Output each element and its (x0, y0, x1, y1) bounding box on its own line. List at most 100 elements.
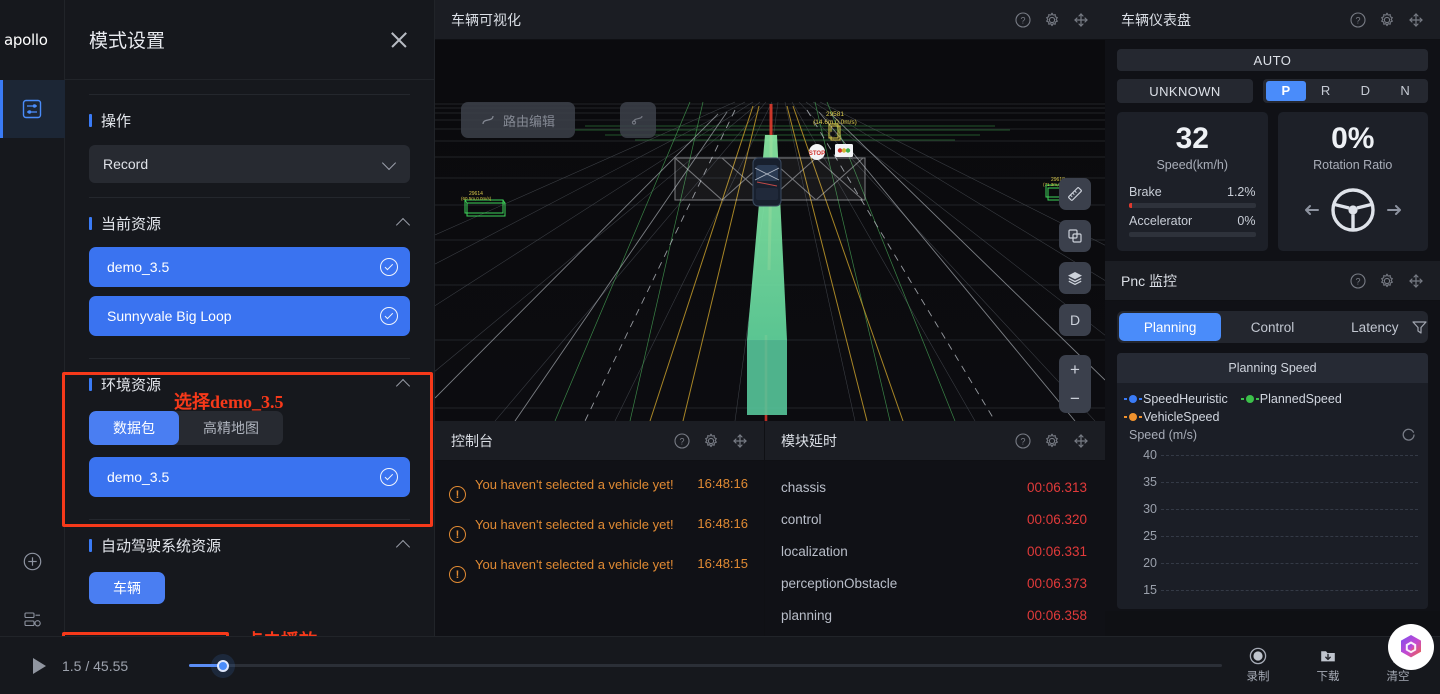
accelerator-label: Accelerator (1129, 214, 1193, 228)
expand-move-icon[interactable] (1073, 433, 1089, 449)
tab-hdmap[interactable]: 高精地图 (179, 411, 283, 445)
expand-move-icon[interactable] (1408, 12, 1424, 28)
gear-p[interactable]: P (1266, 81, 1306, 101)
section-current-resource-header[interactable]: 当前资源 (89, 208, 410, 238)
help-icon[interactable]: ? (1350, 11, 1366, 28)
route-reset-button[interactable] (620, 102, 656, 138)
module-delay-value: 00:06.313 (1026, 479, 1087, 495)
gear-icon[interactable] (703, 433, 719, 449)
copy-icon[interactable] (1059, 220, 1091, 252)
help-icon[interactable]: ? (1015, 11, 1031, 28)
expand-move-icon[interactable] (1408, 273, 1424, 289)
help-icon[interactable]: ? (1015, 432, 1031, 449)
record-button[interactable]: 录制 (1238, 647, 1278, 684)
legend-label: SpeedHeuristic (1143, 392, 1228, 406)
chart-axis-row: Speed (m/s) (1117, 424, 1428, 442)
route-icon (482, 115, 494, 125)
legend-item-vehiclespeed[interactable]: VehicleSpeed (1124, 410, 1219, 424)
tab-datapackage[interactable]: 数据包 (89, 411, 179, 445)
operation-select-value: Record (103, 156, 149, 172)
console-panel: 控制台 ? ! You haven't selected a vehicle y… (435, 421, 765, 636)
gridline (1161, 509, 1418, 510)
download-button[interactable]: 下载 (1308, 647, 1348, 684)
route-edit-label: 路由编辑 (503, 113, 556, 129)
expand-move-icon[interactable] (1073, 12, 1089, 28)
section-env-resource-header[interactable]: 环境资源 (89, 369, 410, 399)
center-bottom-row: 控制台 ? ! You haven't selected a vehicle y… (435, 421, 1105, 636)
help-icon[interactable]: ? (1350, 272, 1366, 289)
list-item[interactable]: demo_3.5 (89, 247, 410, 287)
tab-planning[interactable]: Planning (1119, 313, 1222, 341)
close-icon[interactable] (388, 29, 410, 51)
view-mode-d-button[interactable]: D (1059, 304, 1091, 336)
list-item[interactable]: demo_3.5 (89, 457, 410, 497)
plus-circle-icon (23, 552, 41, 570)
layers-icon[interactable] (1059, 262, 1091, 294)
help-icon[interactable]: ? (674, 432, 690, 449)
module-delay-header: 模块延时 ? (765, 421, 1105, 461)
dashboard-header: 车辆仪表盘 ? (1105, 0, 1440, 40)
gear-icon[interactable] (1044, 12, 1060, 28)
console-message: You haven't selected a vehicle yet! (475, 477, 674, 492)
chevron-up-icon[interactable] (397, 539, 410, 552)
tab-control[interactable]: Control (1221, 313, 1323, 341)
brake-label: Brake (1129, 185, 1162, 199)
arrow-right-icon[interactable] (1386, 203, 1403, 222)
gear-icon[interactable] (1379, 12, 1395, 28)
gear-r[interactable]: R (1306, 81, 1346, 101)
gear-n[interactable]: N (1385, 81, 1425, 101)
divider (89, 519, 410, 520)
chevron-up-icon[interactable] (397, 378, 410, 391)
legend-item-speedheuristic[interactable]: SpeedHeuristic (1124, 392, 1228, 406)
section-marker (89, 538, 92, 552)
ads-resource-vehicle-button[interactable]: 车辆 (89, 572, 165, 604)
viz-tool-column: D (1059, 178, 1091, 336)
module-name: planning (781, 607, 833, 623)
route-edit-button[interactable]: 路由编辑 (461, 102, 576, 138)
filter-icon[interactable] (1411, 319, 1428, 340)
module-delay-value: 00:06.358 (1026, 607, 1087, 623)
page-title: 模式设置 (89, 31, 166, 52)
operation-select[interactable]: Record (89, 145, 410, 183)
module-delay-value: 00:06.331 (1026, 543, 1087, 559)
play-icon[interactable] (33, 657, 46, 674)
ruler-icon[interactable] (1059, 178, 1091, 210)
expand-move-icon[interactable] (732, 433, 748, 449)
legend-item-plannedspeed[interactable]: PlannedSpeed (1240, 392, 1342, 406)
panel-icon-group: ? (1350, 272, 1424, 289)
left-icon-rail: apollo (0, 0, 65, 694)
record-label: 录制 (1246, 671, 1270, 683)
gear-icon[interactable] (1044, 433, 1060, 449)
sidebar-item-mode-settings[interactable] (0, 80, 65, 138)
list-item[interactable]: Sunnyvale Big Loop (89, 296, 410, 336)
mode-settings-panel: 模式设置 操作 Record 当前资源 demo_3.5 Sunnyvale B… (65, 0, 435, 694)
pnc-monitor-body: Planning Control Latency Planning Speed … (1105, 301, 1440, 611)
arrow-left-icon[interactable] (1303, 203, 1319, 222)
ego-vehicle (752, 157, 782, 207)
rotation-label: Rotation Ratio (1313, 158, 1393, 172)
list-item: ! You haven't selected a vehicle yet! 16… (449, 549, 748, 589)
y-tick: 25 (1143, 529, 1157, 543)
section-marker (89, 377, 92, 391)
playback-slider-wrap (175, 637, 1238, 694)
chart-plot-area: 40 35 30 25 20 15 (1127, 447, 1418, 607)
module-name: control (781, 511, 822, 527)
gear-d[interactable]: D (1346, 81, 1386, 101)
playback-slider-knob[interactable] (217, 659, 230, 672)
chevron-down-icon (383, 158, 396, 171)
zoom-in-button[interactable]: + (1059, 355, 1091, 384)
section-ads-resource-header[interactable]: 自动驾驶系统资源 (89, 530, 410, 560)
env-resource-tabs: 数据包 高精地图 (89, 411, 283, 445)
refresh-icon[interactable] (1401, 427, 1416, 442)
svg-text:?: ? (679, 436, 684, 446)
vehicle-visualization-canvas[interactable]: 29614 (60.5m,0.0m/s) 29618 (71.3m,0.0m/s… (435, 40, 1105, 421)
y-tick: 35 (1143, 475, 1157, 489)
apollo-assistant-button[interactable] (1388, 624, 1434, 670)
sidebar-item-add-panel[interactable] (0, 532, 65, 590)
center-column: 车辆可视化 ? 29614 (60.5m,0.0m/s) 29618 29581… (435, 0, 1105, 636)
zoom-out-button[interactable]: − (1059, 384, 1091, 413)
chevron-up-icon[interactable] (397, 217, 410, 230)
playback-slider[interactable] (189, 659, 1222, 672)
svg-text:STOP: STOP (809, 151, 825, 157)
gear-icon[interactable] (1379, 273, 1395, 289)
